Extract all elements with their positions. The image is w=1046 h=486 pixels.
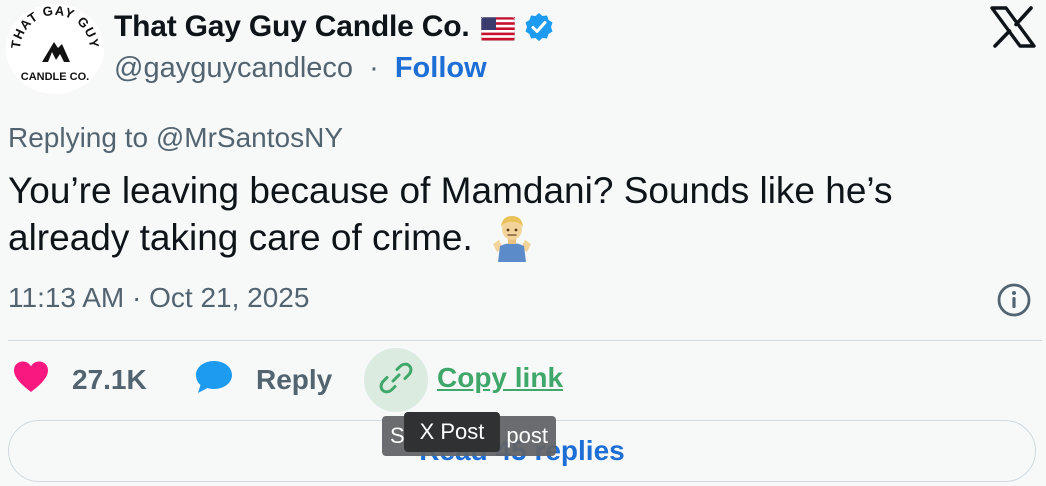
author-handle-row: @gayguycandleco · Follow [114, 52, 487, 85]
tooltip-back-left-text: S [390, 423, 405, 448]
link-icon [378, 360, 414, 401]
replying-to[interactable]: Replying to @MrSantosNY [8, 122, 343, 154]
person-shrugging-icon [489, 214, 535, 262]
x-logo-icon[interactable] [990, 6, 1036, 48]
avatar-bottom-text: CANDLE CO. [21, 71, 89, 83]
svg-text:THAT GAY GUY: THAT GAY GUY [8, 4, 102, 50]
author-name-row: That Gay Guy Candle Co. [114, 10, 555, 44]
reply-button[interactable]: Reply [194, 358, 332, 402]
tooltip-back-right-text: post [506, 423, 548, 448]
author-display-name[interactable]: That Gay Guy Candle Co. [114, 10, 470, 44]
speech-bubble-icon [194, 359, 234, 402]
like-button[interactable]: 27.1K [12, 358, 147, 402]
tooltip-x-post: X Post [404, 412, 500, 452]
verified-badge-icon [523, 11, 555, 43]
candle-co-logo: THAT GAY GUY CANDLE CO. [8, 4, 102, 83]
embedded-post-card: THAT GAY GUY CANDLE CO. That Gay Guy Can… [0, 0, 1046, 486]
post-timestamp[interactable]: 11:13 AM · Oct 21, 2025 [8, 282, 309, 314]
post-text: You’re leaving because of Mamdani? Sound… [8, 170, 893, 258]
avatar-arc-text: THAT GAY GUY [8, 4, 101, 50]
reply-label: Reply [256, 364, 333, 395]
divider [8, 340, 1042, 341]
post-text-container: You’re leaving because of Mamdani? Sound… [8, 168, 1008, 262]
follow-button[interactable]: Follow [395, 52, 487, 84]
us-flag-icon [481, 15, 516, 42]
copy-link-label[interactable]: Copy link [437, 362, 563, 394]
heart-icon [12, 360, 50, 401]
author-handle[interactable]: @gayguycandleco [114, 52, 353, 84]
copy-link-button[interactable] [364, 348, 428, 412]
info-icon[interactable] [996, 282, 1032, 318]
like-count: 27.1K [72, 364, 147, 395]
avatar[interactable]: THAT GAY GUY CANDLE CO. [6, 4, 104, 94]
handle-separator: · [369, 52, 379, 84]
